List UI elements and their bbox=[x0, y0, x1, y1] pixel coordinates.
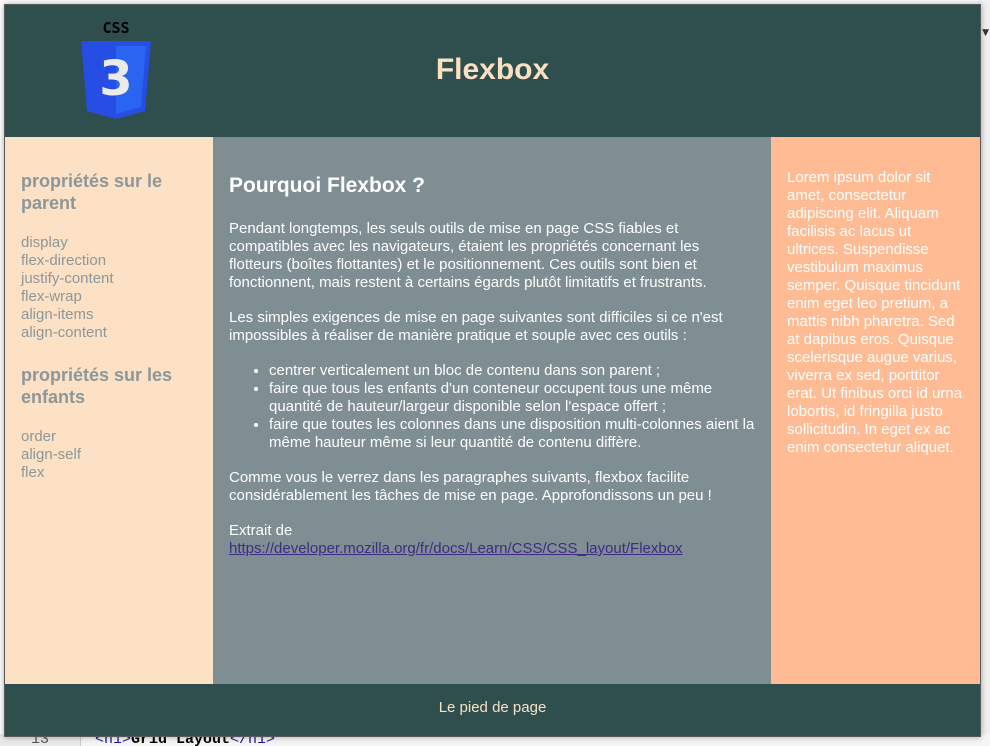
browser-window: CSS 3 Flexbox propriétés sur le parent d… bbox=[4, 4, 981, 737]
children-props-heading: propriétés sur les enfants bbox=[21, 365, 173, 407]
list-item: centrer verticalement un bloc de contenu… bbox=[269, 362, 755, 380]
children-props-list: order align-self flex bbox=[21, 428, 197, 482]
paragraph-intro: Pendant longtemps, les seuls outils de m… bbox=[229, 220, 707, 291]
page-header: CSS 3 Flexbox bbox=[5, 5, 980, 137]
chevron-down-icon[interactable]: ▼ bbox=[982, 28, 989, 38]
sidebar-item-align-items: align-items bbox=[21, 306, 94, 323]
sidebar-item-flex-direction: flex-direction bbox=[21, 252, 107, 269]
footer-text: Le pied de page bbox=[438, 699, 547, 716]
parent-props-heading: propriétés sur le parent bbox=[21, 171, 163, 213]
list-item: faire que tous les enfants d'un conteneu… bbox=[269, 380, 755, 416]
aside-panel: Lorem ipsum dolor sit amet, consectetur … bbox=[771, 137, 980, 684]
source-label: Extrait de bbox=[229, 522, 293, 539]
page-footer: Le pied de page bbox=[5, 684, 980, 736]
source-block: Extrait de https://developer.mozilla.org… bbox=[229, 522, 755, 558]
main-content: Pourquoi Flexbox ? Pendant longtemps, le… bbox=[213, 137, 771, 684]
sidebar-item-justify-content: justify-content bbox=[21, 270, 114, 287]
sidebar-item-align-self: align-self bbox=[21, 446, 82, 463]
sidebar-item-display: display bbox=[21, 234, 68, 251]
sidebar-item-flex-wrap: flex-wrap bbox=[21, 288, 82, 305]
logo-label: CSS bbox=[102, 19, 129, 37]
main-heading: Pourquoi Flexbox ? bbox=[229, 174, 426, 197]
paragraph-requirements: Les simples exigences de mise en page su… bbox=[229, 309, 723, 344]
sidebar-item-align-content: align-content bbox=[21, 324, 107, 341]
paragraph-conclusion: Comme vous le verrez dans les paragraphe… bbox=[229, 469, 712, 504]
requirements-list: centrer verticalement un bloc de contenu… bbox=[229, 362, 755, 452]
aside-text: Lorem ipsum dolor sit amet, consectetur … bbox=[787, 169, 963, 456]
sidebar-item-flex: flex bbox=[21, 464, 45, 481]
parent-props-list: display flex-direction justify-content f… bbox=[21, 234, 197, 342]
list-item: faire que toutes les colonnes dans une d… bbox=[269, 416, 755, 452]
sidebar-item-order: order bbox=[21, 428, 57, 445]
sidebar: propriétés sur le parent display flex-di… bbox=[5, 137, 213, 684]
source-link[interactable]: https://developer.mozilla.org/fr/docs/Le… bbox=[229, 540, 683, 557]
page-title: Flexbox bbox=[435, 53, 550, 86]
